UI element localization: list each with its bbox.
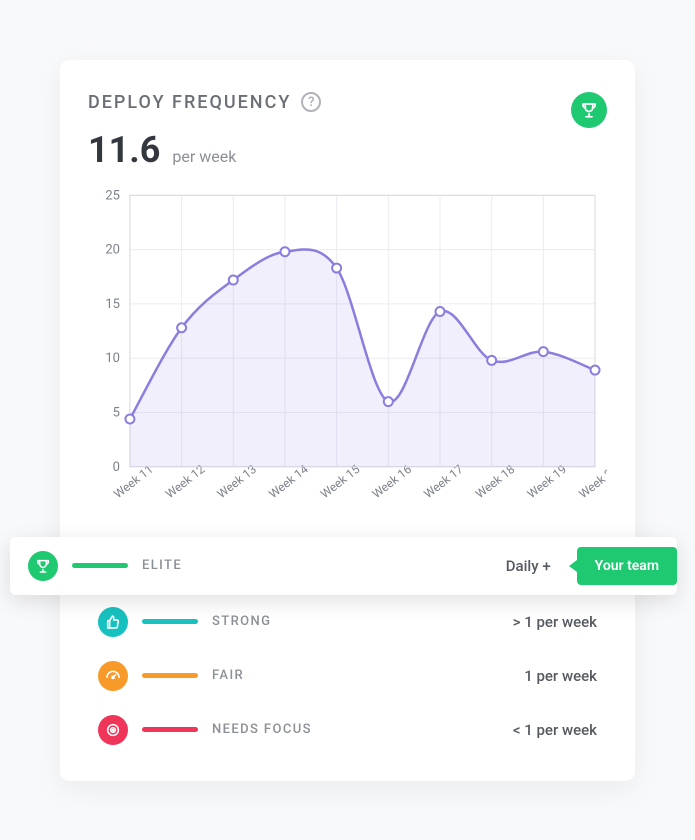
legend-value: 1 per week [524,667,597,685]
title-block: DEPLOY FREQUENCY ? 11.6 per week [88,92,321,171]
data-point [332,263,341,272]
legend-row: FAIR 1 per week [88,649,607,703]
y-tick-label: 0 [113,459,120,474]
legend-label: STRONG [212,614,271,629]
y-tick-label: 15 [105,296,120,311]
x-tick-label: Week 20 [576,461,607,500]
target-icon [98,715,128,745]
help-icon[interactable]: ? [301,92,321,112]
legend-value: > 1 per week [513,613,597,631]
thumb-icon [98,607,128,637]
x-tick-label: Week 13 [215,462,260,501]
y-tick-label: 10 [105,351,120,366]
legend-color-bar [142,727,198,732]
legend-label: ELITE [142,558,182,573]
series-area [130,249,595,466]
y-tick-label: 20 [105,242,120,257]
data-point [384,397,393,406]
your-team-tag: Your team [577,547,677,585]
legend-color-bar [142,619,198,624]
data-point [125,414,134,423]
data-point [539,347,548,356]
x-tick-label: Week 14 [266,461,311,500]
data-point [229,275,238,284]
y-tick-label: 5 [113,405,120,420]
data-point [487,355,496,364]
metric-card: DEPLOY FREQUENCY ? 11.6 per week 0 5 10 15 2… [60,60,635,781]
legend-row: STRONG > 1 per week [88,595,607,649]
legend-row: ELITE Daily + Your team [10,537,677,595]
x-tick-label: Week 16 [370,461,415,500]
trophy-icon [571,92,607,128]
chart: 0510152025Week 11Week 12Week 13Week 14We… [88,189,607,519]
x-tick-label: Week 17 [421,461,466,500]
data-point [435,307,444,316]
card-title: DEPLOY FREQUENCY [88,92,291,113]
legend-label: FAIR [212,668,244,683]
metric-value: 11.6 [88,129,160,171]
legend-row: NEEDS FOCUS < 1 per week [88,703,607,757]
legend-color-bar [72,563,128,568]
chart-svg: 0510152025Week 11Week 12Week 13Week 14We… [88,189,607,519]
legend-color-bar [142,673,198,678]
trophy-icon [28,551,58,581]
x-tick-label: Week 18 [473,461,518,500]
legend-label: NEEDS FOCUS [212,722,312,737]
x-tick-label: Week 12 [163,461,208,500]
card-header: DEPLOY FREQUENCY ? 11.6 per week [88,92,607,171]
x-tick-label: Week 15 [318,461,363,500]
legend: ELITEDaily +Your teamSTRONG> 1 per weekF… [88,537,607,757]
data-point [177,323,186,332]
metric-unit: per week [172,147,236,166]
y-tick-label: 25 [105,189,120,203]
legend-value: < 1 per week [513,721,597,739]
data-point [591,365,600,374]
gauge-icon [98,661,128,691]
metric-row: 11.6 per week [88,129,321,171]
legend-value: Daily + [506,557,551,575]
data-point [280,247,289,256]
x-tick-label: Week 19 [525,462,570,501]
